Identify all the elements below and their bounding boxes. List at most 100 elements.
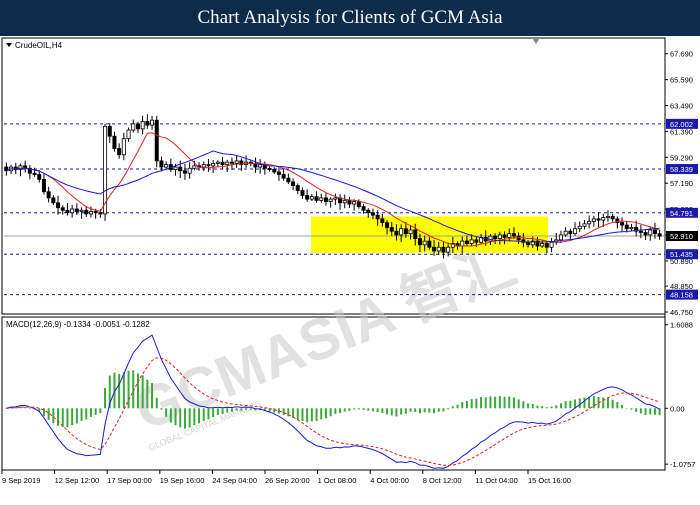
candle-body [314,196,319,201]
candle [323,193,328,206]
candle-body [375,214,380,220]
candle [333,193,338,206]
chart-canvas[interactable]: GCMASIA 智汇 GLOBAL CAPITAL MARKETS 67.690… [0,36,700,500]
candle-body [403,228,408,235]
price-level-badge-label: 54.791 [670,209,693,218]
candle-body [394,230,399,236]
macd-histogram-bar [329,408,332,417]
candle-body [295,185,300,191]
candle-body [182,170,187,174]
candle-body [413,229,418,240]
candle-body [65,209,70,214]
candle-body [150,119,155,126]
candle-body [117,148,122,156]
candle-body [385,222,390,228]
macd-histogram-bar [494,396,497,409]
macd-histogram-bar [94,408,97,415]
candle-body [267,167,272,170]
candle [154,115,159,168]
macd-histogram-bar [198,408,201,424]
macd-histogram-bar [28,408,31,409]
candle [563,227,568,237]
candle-body [220,161,225,165]
macd-histogram-bar [141,375,144,409]
candle [131,119,136,133]
chart-window[interactable]: GCMASIA 智汇 GLOBAL CAPITAL MARKETS 67.690… [0,36,700,500]
candle-body [305,195,310,200]
candle [281,167,286,181]
candle [657,229,662,240]
candle-body [657,233,662,237]
candle [51,195,56,205]
macd-histogram-bar [414,408,417,413]
macd-histogram-bar [395,408,398,417]
macd-histogram-bar [404,408,407,414]
symbol-dropdown-icon[interactable] [6,43,12,47]
candle-body [74,208,79,212]
macd-histogram-bar [240,408,243,411]
price-level-badge-label: 52.910 [670,232,693,241]
candle-body [234,160,239,164]
macd-histogram-bar [57,408,60,426]
macd-histogram-bar [653,408,656,415]
candle-body [605,215,610,219]
macd-histogram-bar [71,408,74,426]
macd-tick-label: -1.0757 [670,460,695,469]
candle [253,157,258,173]
chart-shift-marker[interactable] [532,38,540,44]
candle-body [408,229,413,235]
macd-histogram-bar [334,408,337,414]
macd-histogram-bar [621,404,624,409]
macd-histogram-bar [367,408,370,411]
candle-body [389,227,394,232]
macd-histogram-bar [343,408,346,412]
candle-body [432,246,437,252]
candle [342,194,347,209]
candle-body [587,220,592,225]
candle-body [417,238,422,246]
candle-body [323,197,328,202]
macd-histogram-bar [146,379,149,409]
candle-body [206,164,211,167]
candle [107,123,112,143]
candle-body [258,164,263,168]
candle-body [352,201,357,205]
macd-histogram-bar [512,397,515,409]
macd-histogram-bar [306,408,309,423]
candle-body [229,161,234,164]
candle-body [526,241,531,246]
candle [305,189,310,202]
macd-histogram-bar [292,408,295,418]
macd-histogram-bar [80,408,83,421]
candle [352,199,357,211]
price-level-badge-label: 58.339 [670,165,693,174]
candle-body [300,190,305,196]
candle-body [507,233,512,238]
candle-body [342,199,347,204]
candle-body [51,197,56,204]
macd-histogram-bar [555,405,558,409]
candle [272,167,277,174]
macd-histogram-bar [390,408,393,416]
macd-histogram-bar [61,408,64,427]
macd-histogram-bar [371,408,374,412]
macd-label: MACD(12,26,9) -0.1334 -0.0051 -0.1282 [6,320,150,329]
candle [328,197,333,208]
macd-histogram-bar [498,396,501,409]
candle-body [41,178,46,193]
candle-body [32,172,37,175]
macd-histogram-bar [89,408,92,417]
macd-histogram-bar [339,408,342,414]
macd-histogram-bar [357,408,360,410]
candle [361,203,366,214]
macd-histogram-bar [409,408,412,412]
candle-body [540,243,545,247]
candle [56,195,61,215]
candle-body [446,246,451,253]
macd-signal-line [6,357,660,466]
macd-histogram-bar [165,408,168,417]
candle-body [610,215,615,220]
candle [314,191,319,203]
macd-histogram-bar [386,408,389,415]
candle-body [159,160,164,168]
